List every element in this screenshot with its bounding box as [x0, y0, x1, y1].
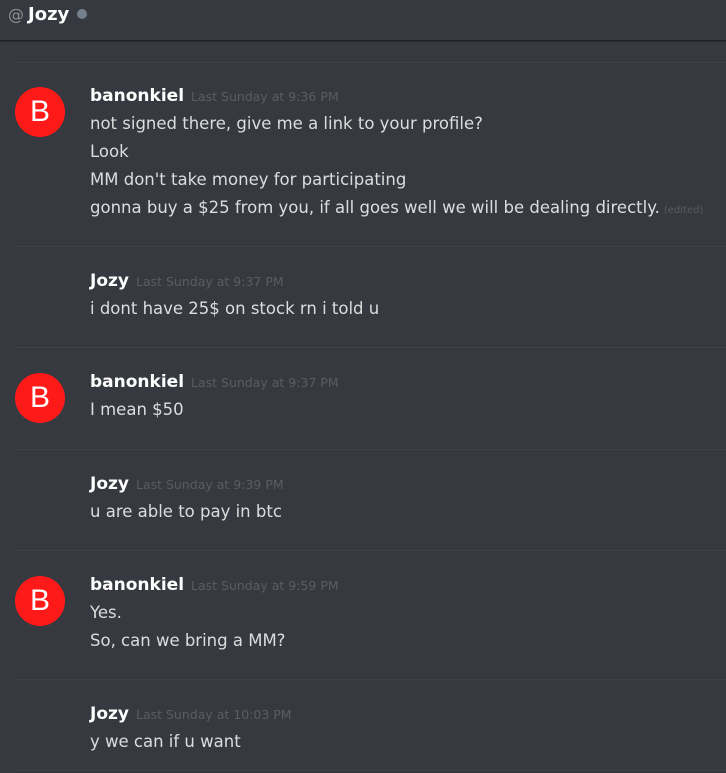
avatar[interactable]: B	[15, 576, 65, 626]
offline-status-icon	[77, 9, 88, 19]
avatar[interactable]: B	[15, 373, 65, 423]
message-author[interactable]: banonkiel	[90, 86, 184, 106]
message-timestamp: Last Sunday at 9:59 PM	[191, 578, 339, 593]
message-timestamp: Last Sunday at 9:37 PM	[191, 375, 339, 390]
at-symbol-icon: @	[8, 4, 24, 24]
message-text: not signed there, give me a link to your…	[90, 114, 483, 133]
message-divider	[14, 246, 726, 247]
message-text: So, can we bring a MM?	[90, 631, 286, 650]
avatar[interactable]: B	[15, 87, 65, 137]
message-timestamp: Last Sunday at 9:36 PM	[191, 89, 339, 104]
message-text: i dont have 25$ on stock rn i told u	[90, 299, 380, 318]
message-divider	[14, 347, 726, 348]
message-author[interactable]: Jozy	[90, 474, 129, 494]
message-divider	[14, 449, 726, 450]
message-text: MM don't take money for participating	[90, 170, 407, 189]
message-text: y we can if u want	[90, 732, 241, 751]
message-author[interactable]: banonkiel	[90, 372, 184, 392]
channel-header: @ Jozy	[0, 0, 726, 41]
message-timestamp: Last Sunday at 9:37 PM	[135, 274, 284, 289]
message-text: Look	[90, 142, 129, 161]
message-text: I mean $50	[90, 400, 184, 419]
message-author[interactable]: banonkiel	[90, 575, 184, 595]
message-text: Yes.	[90, 603, 122, 622]
message-divider	[14, 550, 726, 551]
message-text: gonna buy a $25 from you, if all goes we…	[90, 198, 660, 217]
message-timestamp: Last Sunday at 9:39 PM	[135, 477, 284, 492]
message-divider	[14, 679, 726, 680]
message-text-with-edit: gonna buy a $25 from you, if all goes we…	[90, 194, 718, 225]
message-text: u are able to pay in btc	[90, 502, 282, 521]
message-author[interactable]: Jozy	[90, 271, 129, 291]
message-divider	[14, 62, 726, 63]
dm-recipient-name[interactable]: Jozy	[28, 4, 69, 25]
message-timestamp: Last Sunday at 10:03 PM	[135, 707, 292, 722]
edited-label: (edited)	[663, 205, 704, 216]
message-divider	[14, 770, 726, 771]
message-author[interactable]: Jozy	[90, 704, 129, 724]
